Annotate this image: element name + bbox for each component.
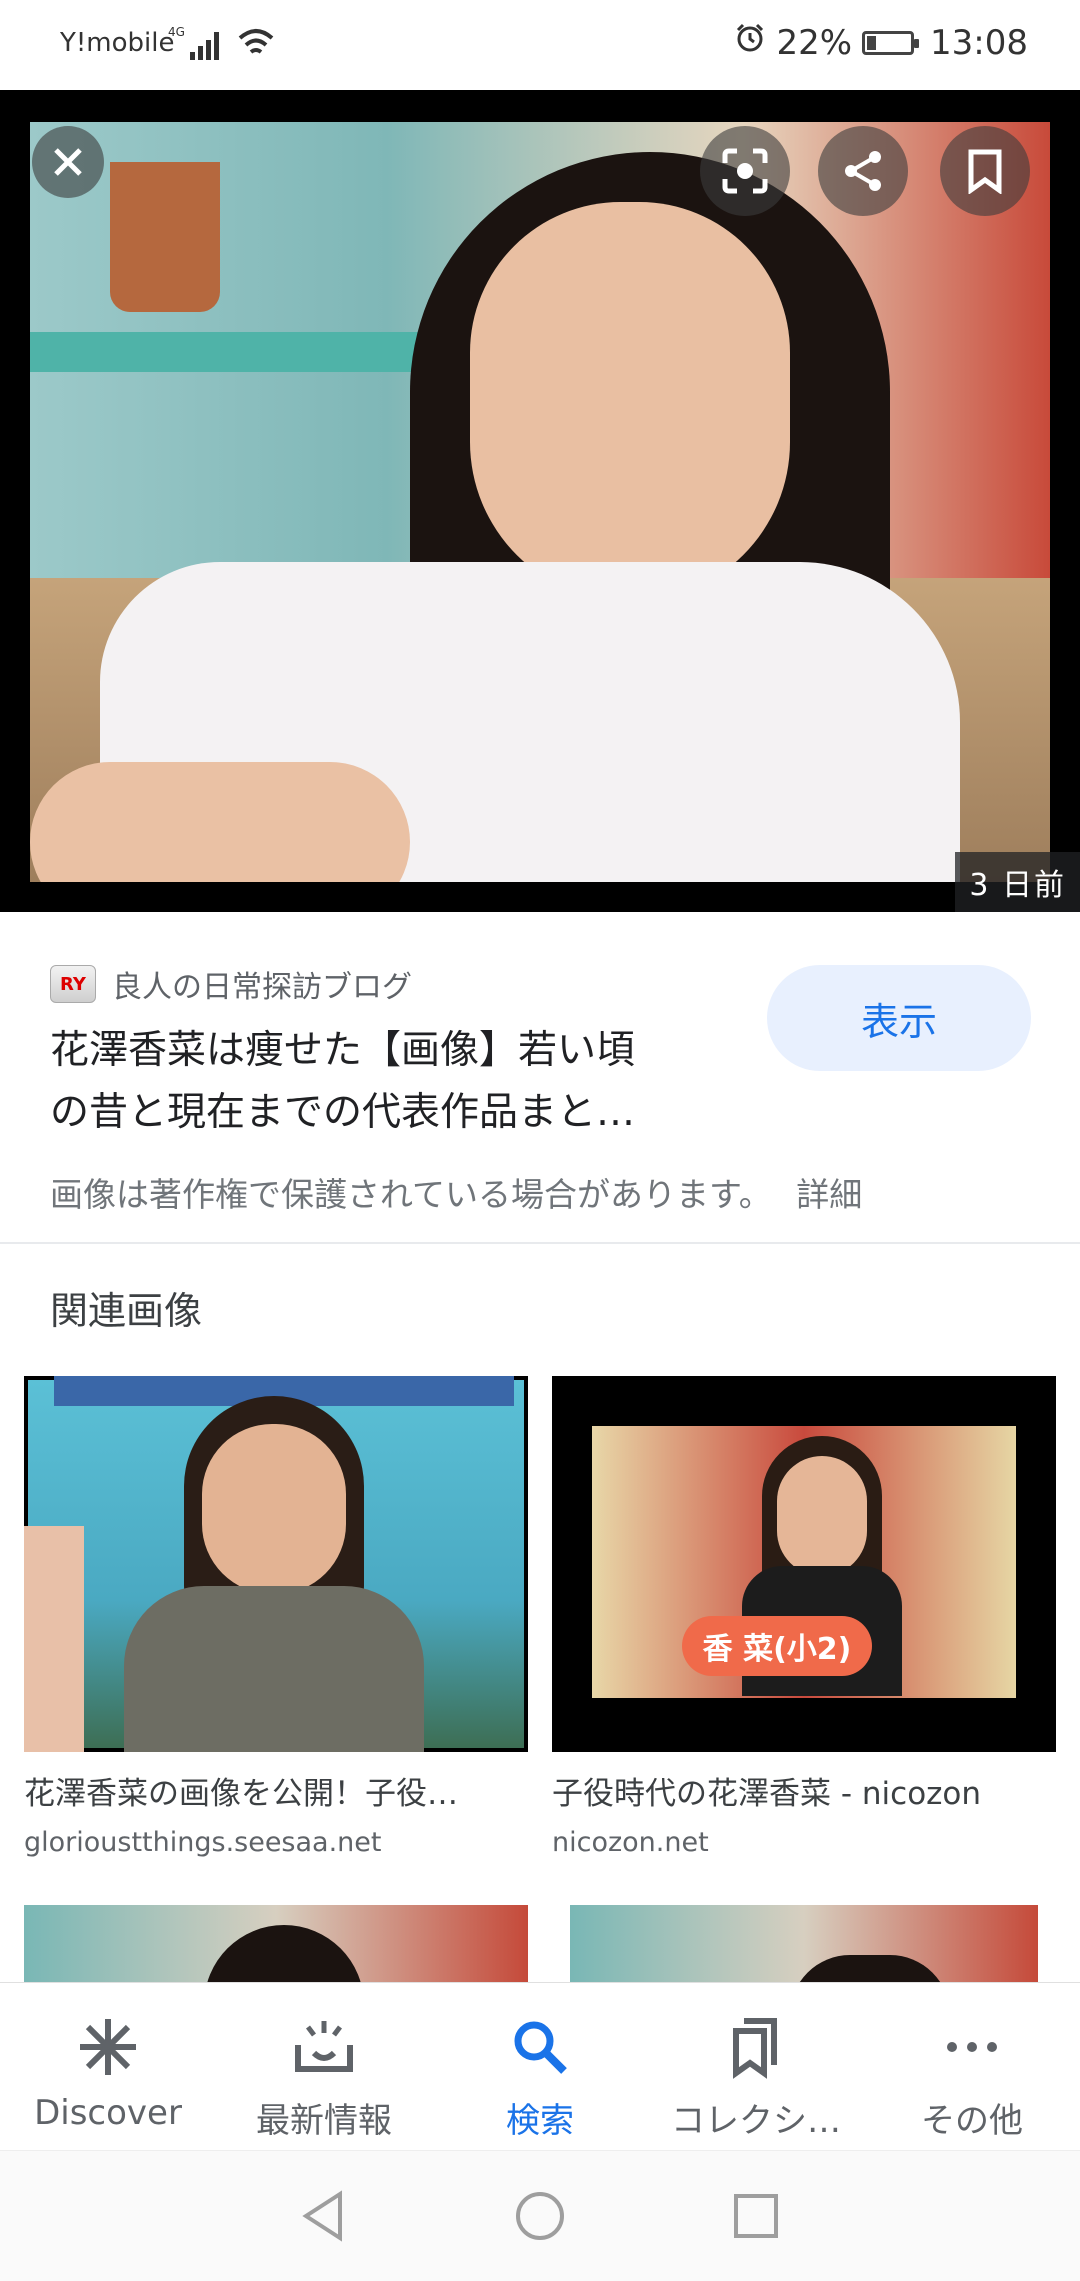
related-domain: glorioustthings.seesaa.net (24, 1827, 382, 1858)
nav-label: 最新情報 (256, 2101, 392, 2141)
lens-button[interactable] (700, 126, 790, 216)
related-caption: 子役時代の花澤香菜 - nicozon (552, 1776, 982, 1812)
nav-discover[interactable]: Discover (0, 1983, 216, 2151)
nav-search[interactable]: 検索 (432, 1983, 648, 2151)
more-icon (947, 2042, 997, 2052)
network-label: 4G (168, 25, 185, 39)
battery-percent: 22% (776, 22, 853, 63)
recents-icon[interactable] (728, 2188, 784, 2244)
copyright-notice: 画像は著作権で保護されている場合があります。 詳細 (50, 1168, 862, 1216)
result-title[interactable]: 花澤香菜は痩せた【画像】若い頃 の昔と現在までの代表作品まと… (50, 1020, 730, 1144)
hero-photo (30, 122, 1050, 882)
close-icon (54, 148, 82, 176)
source-name: 良人の日常探訪ブログ (112, 970, 412, 1005)
related-domain: nicozon.net (552, 1827, 709, 1858)
related-item[interactable]: 香 菜(小2) 子役時代の花澤香菜 - nicozon nicozon.net (552, 1376, 1056, 1858)
related-item-peek[interactable] (570, 1905, 1038, 1985)
system-navigation-bar (0, 2150, 1080, 2281)
home-icon[interactable] (512, 2188, 568, 2244)
related-item-peek[interactable] (24, 1905, 528, 1985)
nav-label: Discover (34, 2093, 182, 2133)
result-title-line1: 花澤香菜は痩せた【画像】若い頃 (50, 1028, 636, 1073)
related-item[interactable]: 花澤香菜の画像を公開！子役… glorioustthings.seesaa.ne… (24, 1376, 528, 1858)
nav-label: その他 (921, 2101, 1023, 2141)
carrier-label: Y!mobile (60, 28, 175, 58)
related-thumbnail: 香 菜(小2) (552, 1376, 1056, 1752)
status-bar: Y!mobile 4G 22% 13:08 (0, 0, 1080, 90)
collections-icon (733, 2018, 777, 2079)
bottom-navigation: Discover 最新情報 検索 コレクシ… その他 (0, 1982, 1080, 2151)
asterisk-icon (80, 2019, 136, 2075)
thumbnail-overlay-text: 香 菜(小2) (682, 1616, 872, 1676)
nav-more[interactable]: その他 (864, 1983, 1080, 2151)
copyright-text: 画像は著作権で保護されている場合があります。 (50, 1175, 772, 1214)
signal-icon: 4G (168, 24, 228, 68)
time-ago-badge: 3 日前 (955, 852, 1080, 912)
nav-collections[interactable]: コレクシ… (648, 1983, 864, 2151)
battery-icon (862, 30, 920, 55)
related-caption: 花澤香菜の画像を公開！子役… (24, 1776, 458, 1812)
view-button[interactable]: 表示 (767, 965, 1031, 1071)
back-icon[interactable] (296, 2188, 352, 2244)
bookmark-button[interactable] (940, 126, 1030, 216)
lens-icon (722, 148, 768, 194)
divider (0, 1242, 1080, 1244)
nav-updates[interactable]: 最新情報 (216, 1983, 432, 2151)
clock: 13:08 (930, 22, 1028, 63)
bookmark-icon (968, 149, 1002, 194)
details-link[interactable]: 詳細 (796, 1175, 862, 1214)
search-icon (514, 2021, 567, 2074)
related-thumbnail (24, 1376, 528, 1752)
share-icon (845, 151, 881, 191)
nav-label: 検索 (506, 2101, 574, 2141)
share-button[interactable] (818, 126, 908, 216)
alarm-icon (734, 22, 766, 63)
close-button[interactable] (32, 126, 104, 198)
source-row[interactable]: RY 良人の日常探訪ブログ (50, 962, 412, 1006)
nav-label: コレクシ… (671, 2101, 841, 2141)
wifi-icon (236, 26, 276, 64)
source-logo: RY (50, 965, 96, 1003)
related-heading: 関連画像 (50, 1289, 203, 1333)
updates-icon (295, 2021, 353, 2072)
result-title-line2: の昔と現在までの代表作品まと… (50, 1090, 636, 1135)
hero-image-viewer[interactable]: 3 日前 (0, 90, 1080, 912)
